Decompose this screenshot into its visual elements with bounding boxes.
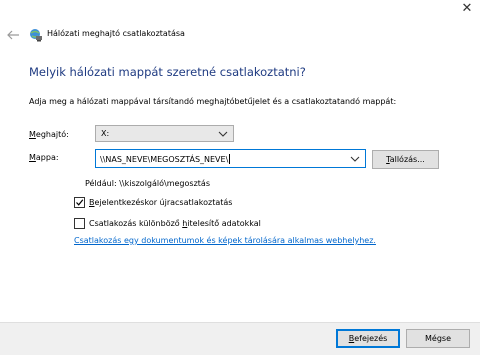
reconnect-label[interactable]: Bejelentkezéskor újracsatlakoztatás — [89, 198, 232, 207]
credentials-label-before: Csatlakozás különböző — [89, 219, 183, 228]
folder-input-text: \\NAS_NEVE\MEGOSZTÁS_NEVE\ — [100, 155, 229, 164]
folder-label: Mappa: — [29, 153, 59, 162]
credentials-checkbox[interactable] — [74, 218, 85, 229]
finish-label: efejezés — [354, 334, 388, 343]
credentials-label[interactable]: Csatlakozás különböző hitelesítő adatokk… — [89, 219, 261, 228]
reconnect-checkbox[interactable] — [74, 197, 85, 208]
close-icon[interactable]: ✕ — [460, 2, 474, 16]
credentials-label-after: itelesítő adatokkal — [187, 219, 261, 228]
example-text: Például: \\kiszolgáló\megosztás — [85, 179, 210, 188]
drive-label: Meghajtó: — [29, 130, 69, 139]
drive-select[interactable]: X: — [95, 125, 234, 142]
chevron-down-icon[interactable] — [350, 155, 360, 163]
chevron-down-icon — [218, 131, 228, 137]
browse-label: allózás... — [389, 155, 425, 164]
finish-button[interactable]: Befejezés — [336, 329, 400, 348]
reconnect-label-text: ejelentkezéskor újracsatlakoztatás — [94, 198, 233, 207]
back-arrow-icon[interactable] — [6, 30, 20, 40]
checkmark-icon — [76, 199, 84, 206]
folder-label-accesskey: M — [29, 153, 36, 162]
window-title: Hálózati meghajtó csatlakoztatása — [47, 29, 185, 38]
drive-select-value: X: — [101, 129, 110, 138]
text-caret — [229, 154, 231, 164]
cancel-button[interactable]: Mégse — [406, 329, 470, 348]
drive-label-text: eghajtó: — [35, 130, 69, 139]
instruction-text: Adja meg a hálózati mappával társítandó … — [29, 97, 397, 106]
browse-button[interactable]: Tallózás... — [372, 150, 439, 169]
folder-input-value[interactable]: \\NAS_NEVE\MEGOSZTÁS_NEVE\ — [100, 154, 231, 164]
website-link[interactable]: Csatlakozás egy dokumentumok és képek tá… — [74, 236, 376, 245]
folder-combobox[interactable]: \\NAS_NEVE\MEGOSZTÁS_NEVE\ — [95, 149, 366, 168]
folder-label-text: appa: — [35, 153, 59, 162]
network-drive-icon — [30, 29, 42, 42]
drive-label-accesskey: M — [29, 130, 36, 139]
page-heading: Melyik hálózati mappát szeretné csatlako… — [29, 65, 306, 79]
title-bar — [0, 0, 480, 26]
